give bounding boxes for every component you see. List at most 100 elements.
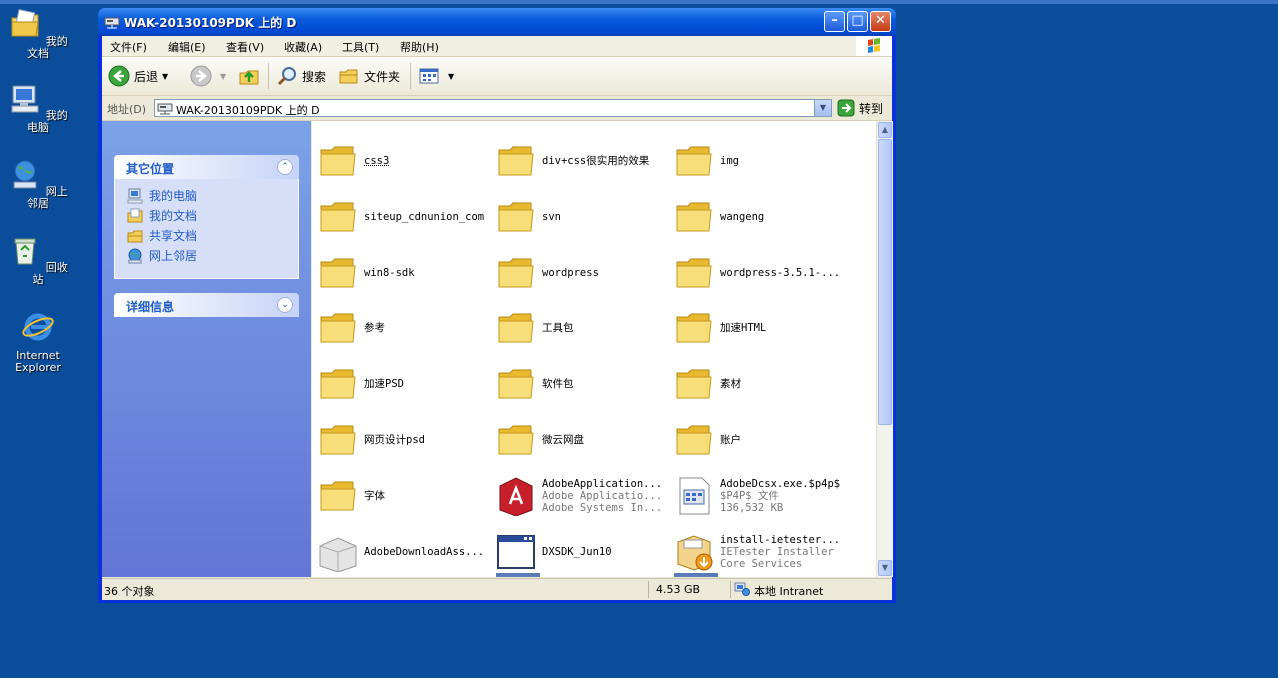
address-value: WAK-20130109PDK 上的 D (176, 104, 320, 117)
scroll-down-button[interactable]: ▼ (878, 560, 892, 576)
list-item[interactable]: wordpress (496, 249, 674, 297)
list-item[interactable]: DXSDK_Jun10 (496, 528, 674, 576)
status-separator (730, 581, 731, 598)
recycle-bin-icon (14, 238, 36, 265)
link-my-computer[interactable]: 我的电脑 (127, 187, 197, 204)
forward-button[interactable]: ▼ (190, 65, 226, 87)
list-item[interactable]: 加速PSD (318, 360, 496, 408)
list-item[interactable]: wangeng (674, 193, 852, 241)
minimize-button[interactable]: – (824, 11, 845, 32)
maximize-button[interactable]: □ (847, 11, 868, 32)
partial-item (674, 573, 718, 577)
link-shared-documents[interactable]: 共享文档 (127, 227, 197, 244)
menu-favorites[interactable]: 收藏(A) (284, 39, 322, 55)
details-title: 详细信息 (126, 300, 175, 314)
folder-icon (498, 369, 534, 399)
close-button[interactable]: ✕ (870, 11, 891, 32)
menu-file[interactable]: 文件(F) (110, 39, 147, 55)
folder-icon (320, 425, 356, 455)
collapse-chevron-icon[interactable]: ⌃ (277, 159, 293, 175)
item-name: AdobeDcsx.exe.$p4p$ $P4P$ 文件 136,532 KB (720, 478, 840, 514)
views-button[interactable]: ▼ (418, 65, 454, 87)
item-name: svn (542, 211, 561, 223)
menu-help[interactable]: 帮助(H) (400, 39, 439, 55)
back-dropdown-icon[interactable]: ▼ (162, 72, 168, 81)
item-name: wordpress-3.5.1-... (720, 267, 841, 279)
list-item[interactable]: AdobeApplication... Adobe Applicatio... Ad… (496, 472, 674, 520)
address-dropdown-icon[interactable]: ▼ (814, 100, 831, 116)
toolbar-separator (268, 63, 269, 89)
back-button[interactable]: 后退 ▼ (108, 65, 168, 87)
list-item[interactable]: install-ietester... IETester Installer Cor… (674, 528, 852, 576)
list-item[interactable]: 参考 (318, 304, 496, 352)
list-item[interactable]: 素材 (674, 360, 852, 408)
list-item[interactable]: 软件包 (496, 360, 674, 408)
item-name: 加速HTML (720, 322, 767, 334)
item-type: Adobe Applicatio... (542, 490, 663, 502)
address-bar: 地址(D) WAK-20130109PDK 上的 D ▼ 转到 (102, 96, 892, 121)
folder-icon (676, 202, 712, 232)
folders-label: 文件夹 (364, 69, 401, 84)
other-places-header[interactable]: 其它位置 ⌃ (114, 155, 299, 179)
list-item[interactable]: img (674, 137, 852, 185)
list-item[interactable]: 加速HTML (674, 304, 852, 352)
item-title: AdobeApplication... (542, 478, 663, 490)
other-places-title: 其它位置 (126, 162, 175, 176)
folders-button[interactable]: 文件夹 (338, 65, 400, 87)
vertical-scrollbar[interactable]: ▲ ▼ (876, 121, 893, 577)
item-name: DXSDK_Jun10 (542, 546, 612, 558)
title-bar[interactable]: WAK-20130109PDK 上的 D – □ ✕ (98, 8, 896, 36)
list-item[interactable]: wordpress-3.5.1-... (674, 249, 852, 297)
list-item[interactable]: 网页设计psd (318, 416, 496, 464)
item-name: css3 (364, 155, 390, 167)
expand-chevron-icon[interactable]: ⌄ (277, 297, 293, 313)
link-my-documents[interactable]: 我的文档 (127, 207, 197, 224)
item-name: siteup_cdnunion_com (364, 211, 485, 223)
desktop-icon-my-computer[interactable]: 我的电脑 (6, 82, 70, 134)
forward-arrow-icon (190, 65, 212, 87)
scroll-up-button[interactable]: ▲ (878, 122, 892, 138)
item-name: img (720, 155, 739, 167)
desktop-icon-ie[interactable]: Internet Explorer (6, 310, 70, 374)
views-dropdown-icon[interactable]: ▼ (448, 72, 454, 81)
folder-icon (320, 258, 356, 288)
list-item[interactable]: div+css很实用的效果 (496, 137, 674, 185)
search-button[interactable]: 搜索 (276, 65, 326, 87)
folder-icon (498, 146, 534, 176)
address-input[interactable]: WAK-20130109PDK 上的 D ▼ (154, 99, 832, 117)
menu-edit[interactable]: 编辑(E) (168, 39, 206, 55)
file-list: css3 div+css很实用的效果 img siteup_cdnunion_c… (312, 121, 876, 577)
list-item[interactable]: svn (496, 193, 674, 241)
menu-tools[interactable]: 工具(T) (342, 39, 379, 55)
item-name: 字体 (364, 490, 385, 502)
folder-icon (498, 258, 534, 288)
menu-view[interactable]: 查看(V) (226, 39, 264, 55)
link-label: 我的电脑 (149, 189, 198, 203)
folder-icon (676, 258, 712, 288)
list-item[interactable]: win8-sdk (318, 249, 496, 297)
desktop-icon-my-documents[interactable]: 我的文档 (6, 8, 70, 60)
item-name: 账户 (720, 434, 741, 446)
list-item[interactable]: AdobeDownloadAss... (318, 528, 496, 576)
go-button[interactable]: 转到 (837, 99, 883, 117)
list-item[interactable]: siteup_cdnunion_com (318, 193, 496, 241)
folder-icon (498, 425, 534, 455)
toolbar-separator (410, 63, 411, 89)
list-item[interactable]: 字体 (318, 472, 496, 520)
link-network-places[interactable]: 网上邻居 (127, 247, 197, 264)
list-item[interactable]: AdobeDcsx.exe.$p4p$ $P4P$ 文件 136,532 KB (674, 472, 852, 520)
up-button[interactable] (238, 65, 264, 87)
list-item[interactable]: 账户 (674, 416, 852, 464)
desktop-icon-recycle-bin[interactable]: 回收站 (6, 234, 70, 286)
list-item[interactable]: css3 (318, 137, 496, 185)
chevron-up-icon: ▲ (881, 125, 889, 134)
forward-dropdown-icon[interactable]: ▼ (220, 72, 226, 81)
folder-icon (320, 146, 356, 176)
list-item[interactable]: 工具包 (496, 304, 674, 352)
list-item[interactable]: 微云网盘 (496, 416, 674, 464)
link-label: 我的文档 (149, 209, 198, 223)
go-label: 转到 (859, 101, 884, 116)
scroll-thumb[interactable] (878, 139, 892, 425)
desktop-icon-network[interactable]: 网上邻居 (6, 158, 70, 210)
details-header[interactable]: 详细信息 ⌄ (114, 293, 299, 317)
